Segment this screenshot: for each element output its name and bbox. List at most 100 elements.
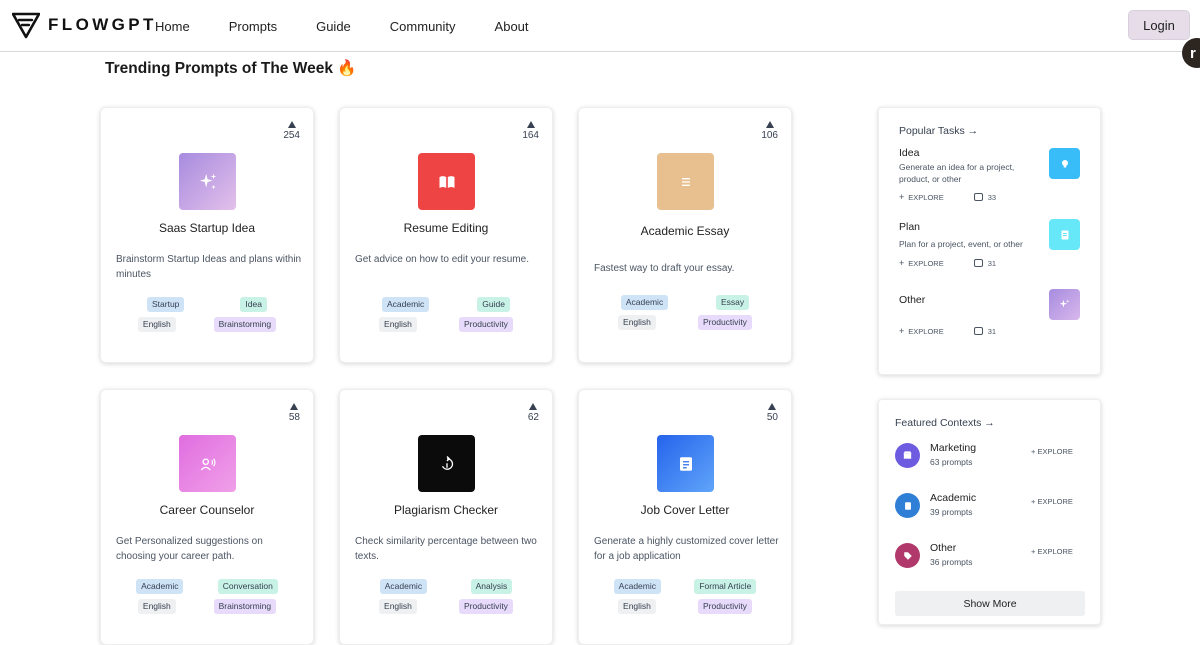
- tag[interactable]: English: [618, 599, 656, 614]
- tag-list: Academic Conversation English Brainstormin…: [101, 579, 313, 619]
- upvote[interactable]: 164: [522, 121, 539, 141]
- context-count: 39 prompts: [930, 507, 973, 517]
- login-button[interactable]: Login: [1128, 10, 1190, 40]
- upvote-arrow-icon[interactable]: [529, 403, 538, 410]
- upvote-arrow-icon[interactable]: [765, 121, 774, 128]
- tag[interactable]: Startup: [147, 297, 185, 312]
- nav-guide[interactable]: Guide: [316, 19, 351, 34]
- upvote-arrow-icon[interactable]: [768, 403, 777, 410]
- tag[interactable]: Conversation: [217, 579, 278, 594]
- tag[interactable]: English: [137, 317, 176, 332]
- prompt-card-saas-startup-idea[interactable]: 254 Saas Startup Idea Brainstorm Startup…: [100, 107, 314, 363]
- page-title: Trending Prompts of The Week 🔥: [105, 60, 357, 77]
- tag[interactable]: Analysis: [470, 579, 513, 594]
- prompt-card-job-cover-letter[interactable]: 50 Job Cover Letter Generate a highly cu…: [578, 389, 792, 645]
- nav-community[interactable]: Community: [390, 19, 456, 34]
- card-title: Saas Startup Idea: [158, 221, 256, 235]
- plus-icon: +: [899, 258, 905, 268]
- tag[interactable]: Essay: [715, 295, 750, 310]
- comment-icon: [973, 193, 983, 201]
- explore-link[interactable]: EXPLORE: [908, 259, 943, 268]
- upvote-arrow-icon[interactable]: [287, 121, 296, 128]
- tag[interactable]: Productivity: [459, 599, 513, 614]
- person-voice-icon: [179, 435, 236, 492]
- document-icon: [657, 435, 714, 492]
- document-lines-icon: [657, 153, 714, 210]
- comment-count: 31: [987, 326, 997, 336]
- explore-label: EXPLORE: [1037, 447, 1073, 456]
- tag[interactable]: Guide: [477, 297, 510, 312]
- context-name[interactable]: Other: [930, 542, 956, 554]
- show-more-button[interactable]: Show More: [895, 591, 1085, 616]
- card-description: Brainstorm Startup Ideas and plans withi…: [116, 254, 302, 280]
- upvote-arrow-icon[interactable]: [290, 403, 299, 410]
- prompt-card-career-counselor[interactable]: 58 Career Counselor Get Personalized sug…: [100, 389, 314, 645]
- task-name[interactable]: Plan: [899, 221, 920, 233]
- upvote[interactable]: 62: [528, 403, 539, 423]
- tag[interactable]: Academic: [620, 295, 669, 310]
- list-icon: [1049, 219, 1080, 250]
- context-count: 36 prompts: [930, 557, 973, 567]
- vote-count: 254: [283, 130, 300, 141]
- context-name[interactable]: Marketing: [930, 442, 976, 454]
- plus-icon: +: [899, 192, 905, 202]
- nav-links: Home Prompts Guide Community About: [155, 0, 568, 52]
- tag[interactable]: Academic: [379, 579, 428, 594]
- prompt-card-resume-editing[interactable]: 164 Resume Editing Get advice on how to …: [339, 107, 553, 363]
- tag-list: Academic Essay English Productivity: [579, 295, 791, 335]
- refresh-arrows-icon: [418, 435, 475, 492]
- card-description: Generate a highly customized cover lette…: [594, 536, 779, 562]
- nav-home[interactable]: Home: [155, 19, 190, 34]
- edge-avatar[interactable]: r: [1182, 38, 1200, 68]
- upvote-arrow-icon[interactable]: [526, 121, 535, 128]
- tag[interactable]: English: [618, 315, 656, 330]
- tag[interactable]: Brainstorming: [213, 599, 277, 614]
- tag[interactable]: Productivity: [698, 599, 752, 614]
- tag[interactable]: Formal Article: [694, 579, 757, 594]
- tag[interactable]: Productivity: [459, 317, 513, 332]
- featured-contexts-heading[interactable]: Featured Contexts →: [895, 417, 995, 429]
- tag-list: Academic Formal Article English Productivi…: [579, 579, 791, 619]
- card-title: Career Counselor: [159, 503, 255, 517]
- tag-icon: [895, 543, 920, 568]
- explore-link[interactable]: EXPLORE: [908, 193, 943, 202]
- comment-icon: [973, 259, 983, 267]
- explore-link[interactable]: + EXPLORE: [1031, 497, 1073, 506]
- tag[interactable]: Productivity: [698, 315, 752, 330]
- plus-icon: +: [899, 326, 905, 336]
- store-icon: [895, 443, 920, 468]
- nav-about[interactable]: About: [495, 19, 529, 34]
- context-name[interactable]: Academic: [930, 492, 976, 504]
- upvote[interactable]: 50: [767, 403, 778, 423]
- explore-link[interactable]: EXPLORE: [908, 327, 943, 336]
- tag[interactable]: Brainstorming: [213, 317, 277, 332]
- upvote[interactable]: 106: [761, 121, 778, 141]
- tag[interactable]: English: [379, 599, 417, 614]
- top-nav: FLOWGPT Home Prompts Guide Community Abo…: [0, 0, 1200, 52]
- task-meta: + EXPLORE 31: [899, 258, 996, 268]
- prompt-card-plagiarism-checker[interactable]: 62 Plagiarism Checker Check similarity p…: [339, 389, 553, 645]
- tag[interactable]: English: [137, 599, 176, 614]
- explore-label: EXPLORE: [1037, 547, 1073, 556]
- comment-count: 31: [987, 258, 997, 268]
- tag[interactable]: English: [379, 317, 417, 332]
- tag-list: Academic Analysis English Productivity: [340, 579, 552, 619]
- explore-link[interactable]: + EXPLORE: [1031, 447, 1073, 456]
- prompt-card-academic-essay[interactable]: 106 Academic Essay Fastest way to draft …: [578, 107, 792, 363]
- upvote[interactable]: 254: [283, 121, 300, 141]
- task-name[interactable]: Idea: [899, 147, 919, 159]
- tag[interactable]: Academic: [136, 579, 184, 594]
- upvote[interactable]: 58: [289, 403, 300, 423]
- popular-tasks-heading[interactable]: Popular Tasks →: [899, 125, 978, 137]
- logo-text: FLOWGPT: [48, 15, 157, 34]
- logo[interactable]: FLOWGPT: [12, 11, 157, 39]
- popular-tasks-panel: Popular Tasks → Idea Generate an idea fo…: [878, 107, 1101, 375]
- tag[interactable]: Idea: [240, 297, 267, 312]
- vote-count: 62: [527, 412, 539, 423]
- tag[interactable]: Academic: [613, 579, 661, 594]
- task-name[interactable]: Other: [899, 294, 925, 306]
- task-meta: + EXPLORE 31: [899, 326, 996, 336]
- explore-link[interactable]: + EXPLORE: [1031, 547, 1073, 556]
- tag[interactable]: Academic: [381, 297, 430, 312]
- nav-prompts[interactable]: Prompts: [229, 19, 277, 34]
